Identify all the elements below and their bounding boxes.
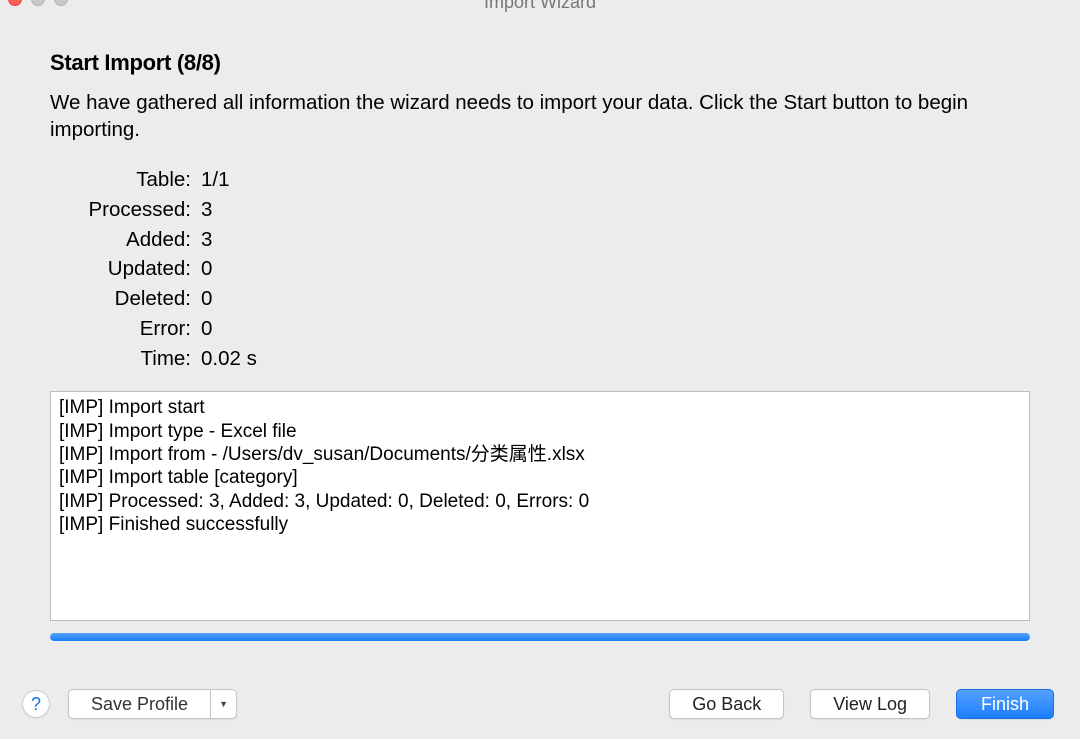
save-profile-split-button[interactable]: Save Profile ▼ (68, 689, 237, 719)
close-window-button[interactable] (8, 0, 22, 6)
import-stats: Table: 1/1 Processed: 3 Added: 3 Updated… (50, 165, 1030, 373)
minimize-window-button[interactable] (31, 0, 45, 6)
stat-error-label: Error: (50, 314, 195, 344)
progress-track (50, 633, 1030, 641)
stat-processed-value: 3 (195, 195, 212, 225)
stat-deleted-value: 0 (195, 284, 212, 314)
view-log-button[interactable]: View Log (810, 689, 930, 719)
page-heading: Start Import (8/8) (50, 50, 1030, 76)
import-log: [IMP] Import start [IMP] Import type - E… (50, 391, 1030, 621)
stat-deleted-label: Deleted: (50, 284, 195, 314)
stat-updated-label: Updated: (50, 254, 195, 284)
page-description: We have gathered all information the wiz… (50, 90, 1030, 143)
stat-time-label: Time: (50, 344, 195, 374)
help-button[interactable]: ? (22, 690, 50, 718)
go-back-button[interactable]: Go Back (669, 689, 784, 719)
stat-table-value: 1/1 (195, 165, 230, 195)
finish-button[interactable]: Finish (956, 689, 1054, 719)
maximize-window-button[interactable] (54, 0, 68, 6)
save-profile-button[interactable]: Save Profile (69, 690, 210, 718)
progress-bar (50, 633, 1030, 641)
save-profile-dropdown[interactable]: ▼ (210, 690, 236, 718)
stat-added-label: Added: (50, 225, 195, 255)
chevron-down-icon: ▼ (219, 699, 228, 709)
stat-added-value: 3 (195, 225, 212, 255)
stat-error-value: 0 (195, 314, 212, 344)
stat-time-value: 0.02 s (195, 344, 257, 374)
stat-updated-value: 0 (195, 254, 212, 284)
window-title: Import Wizard (484, 0, 596, 13)
stat-table-label: Table: (50, 165, 195, 195)
stat-processed-label: Processed: (50, 195, 195, 225)
